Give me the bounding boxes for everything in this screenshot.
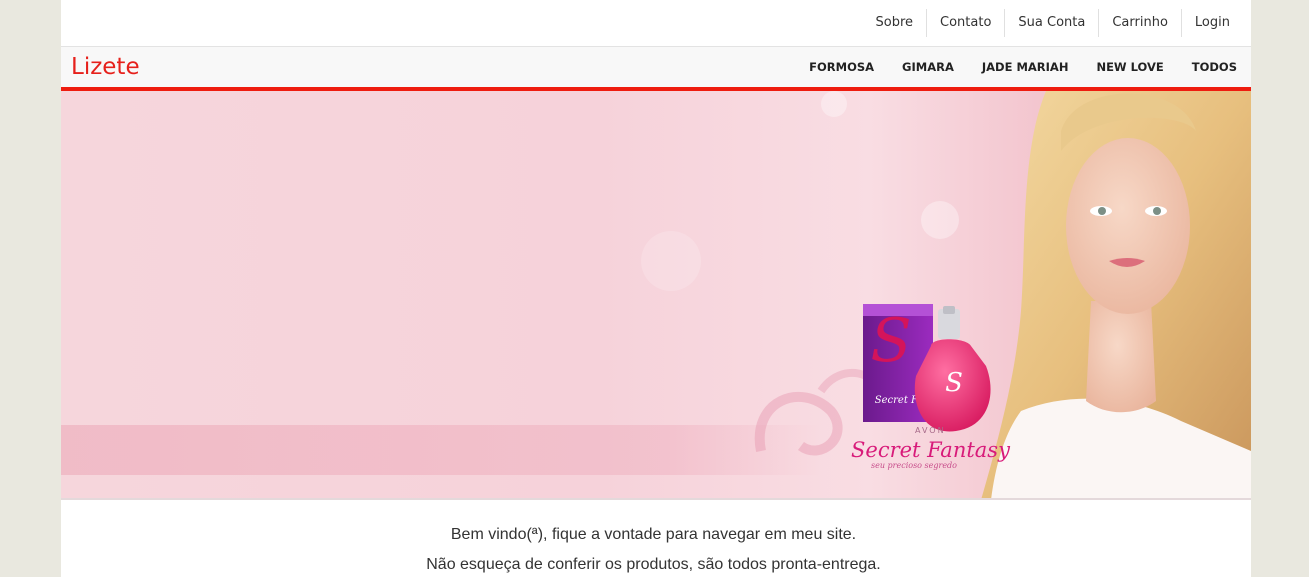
product-brand: AVON — [915, 426, 946, 435]
top-nav-link-carrinho[interactable]: Carrinho — [1098, 9, 1181, 37]
welcome-line-1: Bem vindo(ª), fique a vontade para naveg… — [450, 526, 857, 543]
top-nav-link-login[interactable]: Login — [1180, 9, 1243, 37]
main-nav-link-jade-mariah[interactable]: JADE MARIAH — [968, 47, 1083, 87]
main-nav-link-formosa[interactable]: FORMOSA — [795, 47, 888, 87]
main-nav-link-new-love[interactable]: NEW LOVE — [1082, 47, 1177, 87]
brand-logo[interactable]: Lizete — [71, 51, 140, 83]
welcome-line-2: Não esqueça de conferir os produtos, são… — [426, 556, 881, 573]
top-nav-link-sobre[interactable]: Sobre — [863, 9, 927, 37]
model-face — [1066, 138, 1190, 314]
model-neck — [1086, 301, 1156, 413]
main-nav-link-todos[interactable]: TODOS — [1178, 47, 1251, 87]
product-tagline: seu precioso segredo — [871, 461, 957, 470]
hero-bottom-border — [61, 498, 1251, 500]
top-nav-link-contato[interactable]: Contato — [926, 9, 1004, 37]
top-nav-link-sua-conta[interactable]: Sua Conta — [1004, 9, 1098, 37]
welcome-message: Bem vindo(ª), fique a vontade para naveg… — [61, 520, 1246, 577]
hero-artwork: S Secret Fa S AVON Secret Fantasy seu pr… — [754, 91, 1251, 500]
svg-text:S: S — [870, 306, 911, 376]
product-name: Secret Fantasy — [851, 438, 1011, 462]
top-nav: Sobre Contato Sua Conta Carrinho Login — [863, 9, 1243, 37]
svg-text:S: S — [945, 368, 963, 398]
top-utility-bar: Sobre Contato Sua Conta Carrinho Login — [61, 0, 1251, 47]
page-container: Sobre Contato Sua Conta Carrinho Login L… — [61, 0, 1251, 577]
main-nav: FORMOSA GIMARA JADE MARIAH NEW LOVE TODO… — [795, 47, 1251, 87]
main-nav-link-gimara[interactable]: GIMARA — [888, 47, 968, 87]
hero-banner[interactable]: S Secret Fa S AVON Secret Fantasy seu pr… — [61, 91, 1251, 500]
main-navbar: Lizete FORMOSA GIMARA JADE MARIAH NEW LO… — [61, 47, 1251, 91]
